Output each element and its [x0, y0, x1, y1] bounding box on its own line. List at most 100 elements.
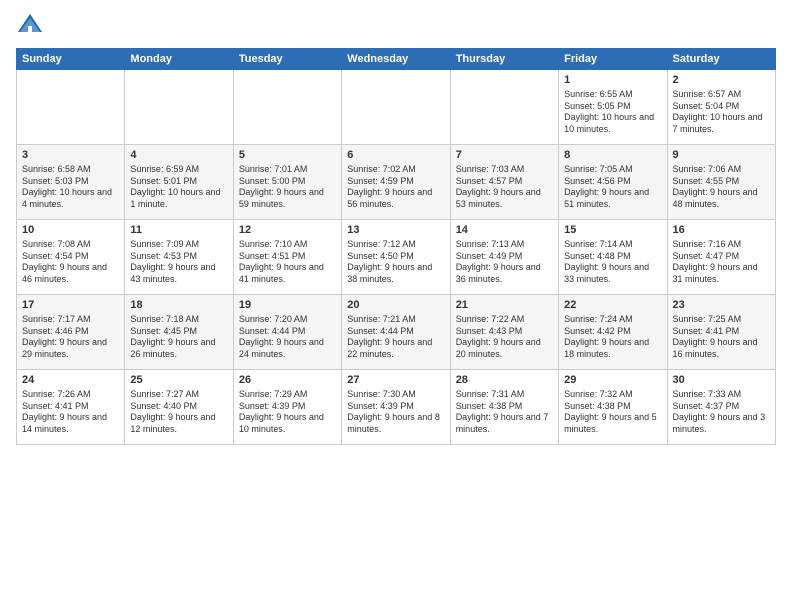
day-info: Sunrise: 7:06 AM Sunset: 4:55 PM Dayligh… [673, 164, 770, 211]
week-row-3: 17Sunrise: 7:17 AM Sunset: 4:46 PM Dayli… [17, 295, 776, 370]
weekday-header-tuesday: Tuesday [233, 49, 341, 70]
page: SundayMondayTuesdayWednesdayThursdayFrid… [0, 0, 792, 612]
day-info: Sunrise: 6:58 AM Sunset: 5:03 PM Dayligh… [22, 164, 119, 211]
day-info: Sunrise: 7:02 AM Sunset: 4:59 PM Dayligh… [347, 164, 444, 211]
calendar-cell: 17Sunrise: 7:17 AM Sunset: 4:46 PM Dayli… [17, 295, 125, 370]
day-info: Sunrise: 7:21 AM Sunset: 4:44 PM Dayligh… [347, 314, 444, 361]
calendar-cell: 13Sunrise: 7:12 AM Sunset: 4:50 PM Dayli… [342, 220, 450, 295]
day-info: Sunrise: 7:27 AM Sunset: 4:40 PM Dayligh… [130, 389, 227, 436]
day-info: Sunrise: 7:29 AM Sunset: 4:39 PM Dayligh… [239, 389, 336, 436]
day-info: Sunrise: 6:57 AM Sunset: 5:04 PM Dayligh… [673, 89, 770, 136]
calendar-cell: 28Sunrise: 7:31 AM Sunset: 4:38 PM Dayli… [450, 370, 558, 445]
day-info: Sunrise: 7:14 AM Sunset: 4:48 PM Dayligh… [564, 239, 661, 286]
weekday-header-friday: Friday [559, 49, 667, 70]
calendar-cell: 26Sunrise: 7:29 AM Sunset: 4:39 PM Dayli… [233, 370, 341, 445]
day-info: Sunrise: 7:24 AM Sunset: 4:42 PM Dayligh… [564, 314, 661, 361]
calendar-cell [17, 70, 125, 145]
day-number: 17 [22, 298, 119, 313]
calendar-cell [342, 70, 450, 145]
calendar-cell: 25Sunrise: 7:27 AM Sunset: 4:40 PM Dayli… [125, 370, 233, 445]
calendar-cell [233, 70, 341, 145]
calendar-cell: 15Sunrise: 7:14 AM Sunset: 4:48 PM Dayli… [559, 220, 667, 295]
calendar-cell: 19Sunrise: 7:20 AM Sunset: 4:44 PM Dayli… [233, 295, 341, 370]
calendar-cell: 3Sunrise: 6:58 AM Sunset: 5:03 PM Daylig… [17, 145, 125, 220]
calendar-cell: 22Sunrise: 7:24 AM Sunset: 4:42 PM Dayli… [559, 295, 667, 370]
day-number: 3 [22, 148, 119, 163]
day-number: 26 [239, 373, 336, 388]
day-info: Sunrise: 6:59 AM Sunset: 5:01 PM Dayligh… [130, 164, 227, 211]
day-number: 16 [673, 223, 770, 238]
day-number: 29 [564, 373, 661, 388]
week-row-4: 24Sunrise: 7:26 AM Sunset: 4:41 PM Dayli… [17, 370, 776, 445]
day-info: Sunrise: 7:08 AM Sunset: 4:54 PM Dayligh… [22, 239, 119, 286]
day-number: 1 [564, 73, 661, 88]
day-info: Sunrise: 7:32 AM Sunset: 4:38 PM Dayligh… [564, 389, 661, 436]
day-number: 28 [456, 373, 553, 388]
calendar-body: 1Sunrise: 6:55 AM Sunset: 5:05 PM Daylig… [17, 70, 776, 445]
calendar-cell: 9Sunrise: 7:06 AM Sunset: 4:55 PM Daylig… [667, 145, 775, 220]
day-info: Sunrise: 7:01 AM Sunset: 5:00 PM Dayligh… [239, 164, 336, 211]
calendar-cell: 2Sunrise: 6:57 AM Sunset: 5:04 PM Daylig… [667, 70, 775, 145]
calendar-cell: 7Sunrise: 7:03 AM Sunset: 4:57 PM Daylig… [450, 145, 558, 220]
day-info: Sunrise: 7:17 AM Sunset: 4:46 PM Dayligh… [22, 314, 119, 361]
calendar-cell: 18Sunrise: 7:18 AM Sunset: 4:45 PM Dayli… [125, 295, 233, 370]
calendar-cell: 5Sunrise: 7:01 AM Sunset: 5:00 PM Daylig… [233, 145, 341, 220]
day-info: Sunrise: 7:18 AM Sunset: 4:45 PM Dayligh… [130, 314, 227, 361]
day-info: Sunrise: 7:33 AM Sunset: 4:37 PM Dayligh… [673, 389, 770, 436]
calendar-cell: 10Sunrise: 7:08 AM Sunset: 4:54 PM Dayli… [17, 220, 125, 295]
day-number: 14 [456, 223, 553, 238]
day-number: 24 [22, 373, 119, 388]
calendar-cell: 30Sunrise: 7:33 AM Sunset: 4:37 PM Dayli… [667, 370, 775, 445]
calendar-cell: 4Sunrise: 6:59 AM Sunset: 5:01 PM Daylig… [125, 145, 233, 220]
day-info: Sunrise: 7:30 AM Sunset: 4:39 PM Dayligh… [347, 389, 444, 436]
weekday-header-thursday: Thursday [450, 49, 558, 70]
day-number: 25 [130, 373, 227, 388]
calendar-cell: 27Sunrise: 7:30 AM Sunset: 4:39 PM Dayli… [342, 370, 450, 445]
calendar-cell: 20Sunrise: 7:21 AM Sunset: 4:44 PM Dayli… [342, 295, 450, 370]
calendar-cell: 29Sunrise: 7:32 AM Sunset: 4:38 PM Dayli… [559, 370, 667, 445]
header [16, 12, 776, 40]
day-info: Sunrise: 7:12 AM Sunset: 4:50 PM Dayligh… [347, 239, 444, 286]
day-number: 19 [239, 298, 336, 313]
day-info: Sunrise: 7:10 AM Sunset: 4:51 PM Dayligh… [239, 239, 336, 286]
day-number: 10 [22, 223, 119, 238]
calendar-cell: 8Sunrise: 7:05 AM Sunset: 4:56 PM Daylig… [559, 145, 667, 220]
day-number: 5 [239, 148, 336, 163]
calendar-cell [125, 70, 233, 145]
day-number: 23 [673, 298, 770, 313]
day-number: 21 [456, 298, 553, 313]
day-number: 7 [456, 148, 553, 163]
day-info: Sunrise: 7:22 AM Sunset: 4:43 PM Dayligh… [456, 314, 553, 361]
day-number: 22 [564, 298, 661, 313]
week-row-1: 3Sunrise: 6:58 AM Sunset: 5:03 PM Daylig… [17, 145, 776, 220]
day-info: Sunrise: 7:13 AM Sunset: 4:49 PM Dayligh… [456, 239, 553, 286]
week-row-0: 1Sunrise: 6:55 AM Sunset: 5:05 PM Daylig… [17, 70, 776, 145]
day-info: Sunrise: 7:25 AM Sunset: 4:41 PM Dayligh… [673, 314, 770, 361]
day-info: Sunrise: 7:05 AM Sunset: 4:56 PM Dayligh… [564, 164, 661, 211]
day-number: 8 [564, 148, 661, 163]
weekday-header-saturday: Saturday [667, 49, 775, 70]
calendar-cell: 23Sunrise: 7:25 AM Sunset: 4:41 PM Dayli… [667, 295, 775, 370]
calendar-cell: 12Sunrise: 7:10 AM Sunset: 4:51 PM Dayli… [233, 220, 341, 295]
day-info: Sunrise: 7:20 AM Sunset: 4:44 PM Dayligh… [239, 314, 336, 361]
day-info: Sunrise: 7:09 AM Sunset: 4:53 PM Dayligh… [130, 239, 227, 286]
day-number: 18 [130, 298, 227, 313]
day-info: Sunrise: 7:03 AM Sunset: 4:57 PM Dayligh… [456, 164, 553, 211]
logo-icon [16, 12, 44, 40]
calendar-cell: 16Sunrise: 7:16 AM Sunset: 4:47 PM Dayli… [667, 220, 775, 295]
day-info: Sunrise: 6:55 AM Sunset: 5:05 PM Dayligh… [564, 89, 661, 136]
day-number: 13 [347, 223, 444, 238]
weekday-header-monday: Monday [125, 49, 233, 70]
weekday-header-sunday: Sunday [17, 49, 125, 70]
day-number: 4 [130, 148, 227, 163]
weekday-header-wednesday: Wednesday [342, 49, 450, 70]
day-info: Sunrise: 7:31 AM Sunset: 4:38 PM Dayligh… [456, 389, 553, 436]
day-info: Sunrise: 7:16 AM Sunset: 4:47 PM Dayligh… [673, 239, 770, 286]
week-row-2: 10Sunrise: 7:08 AM Sunset: 4:54 PM Dayli… [17, 220, 776, 295]
calendar-cell: 21Sunrise: 7:22 AM Sunset: 4:43 PM Dayli… [450, 295, 558, 370]
calendar-cell: 24Sunrise: 7:26 AM Sunset: 4:41 PM Dayli… [17, 370, 125, 445]
calendar-cell: 6Sunrise: 7:02 AM Sunset: 4:59 PM Daylig… [342, 145, 450, 220]
day-number: 9 [673, 148, 770, 163]
logo [16, 12, 48, 40]
calendar-cell: 1Sunrise: 6:55 AM Sunset: 5:05 PM Daylig… [559, 70, 667, 145]
